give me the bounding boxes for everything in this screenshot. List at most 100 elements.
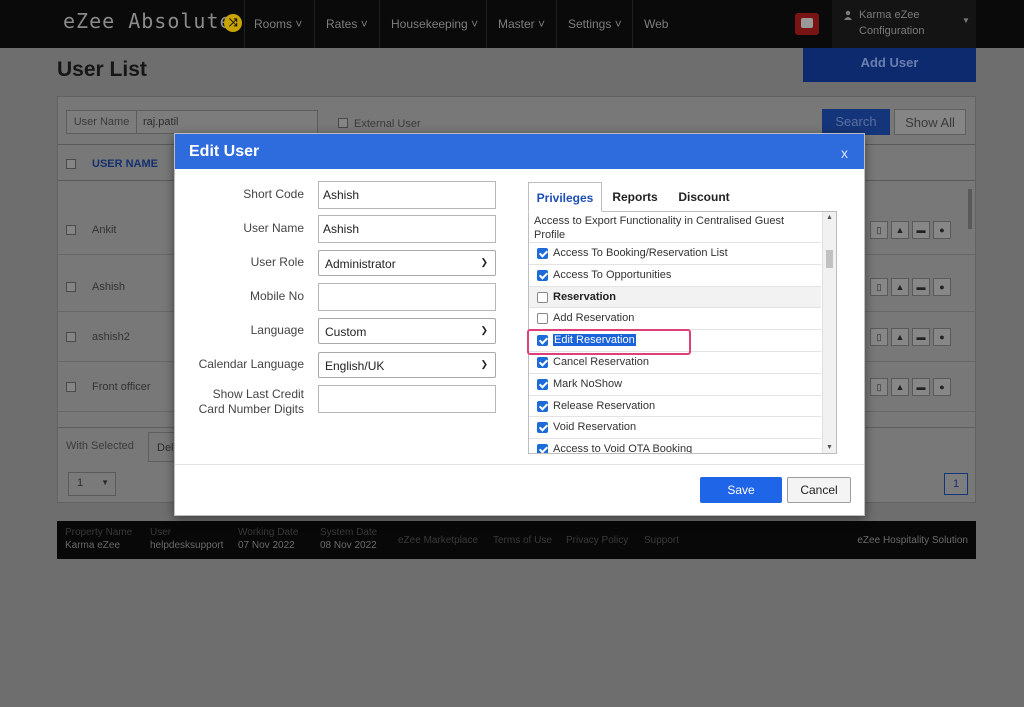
- checkbox-checked-icon[interactable]: [537, 444, 548, 453]
- dialog-title: Edit User: [189, 143, 260, 160]
- page-size-select[interactable]: 1 ▼: [68, 472, 116, 496]
- tab-discount[interactable]: Discount: [668, 182, 740, 212]
- card-digits-input[interactable]: [318, 385, 496, 413]
- user-menu[interactable]: Karma eZee Configuration ▼: [832, 0, 976, 48]
- mobile-input[interactable]: [318, 283, 496, 311]
- nav-rates[interactable]: Rates ˅: [316, 0, 378, 48]
- tab-privileges[interactable]: Privileges: [528, 182, 602, 212]
- nav-label: Master: [498, 17, 535, 31]
- privilege-item[interactable]: Access To Opportunities: [529, 265, 821, 287]
- column-header-user-name[interactable]: USER NAME: [92, 158, 158, 170]
- nav-rooms[interactable]: Rooms ˅: [244, 0, 312, 48]
- save-button[interactable]: Save: [700, 477, 782, 503]
- footer-link-terms[interactable]: Terms of Use: [493, 535, 552, 546]
- comment-icon[interactable]: ▬: [912, 328, 930, 346]
- checkbox-checked-icon[interactable]: [537, 356, 548, 368]
- language-select[interactable]: Custom ❯: [318, 318, 496, 344]
- device-icon[interactable]: ▯: [870, 378, 888, 396]
- chevron-down-icon: ❯: [480, 325, 488, 335]
- privilege-item[interactable]: Release Reservation: [529, 396, 821, 418]
- user-role-select[interactable]: Administrator ❯: [318, 250, 496, 276]
- privilege-item[interactable]: Access to Void OTA Booking: [529, 439, 821, 453]
- add-user-button[interactable]: Add User: [803, 48, 976, 82]
- row-checkbox[interactable]: [66, 282, 76, 292]
- privilege-item[interactable]: Add Reservation: [529, 308, 821, 331]
- scroll-thumb[interactable]: [826, 250, 833, 268]
- privilege-item[interactable]: Mark NoShow: [529, 374, 821, 396]
- page-number-button[interactable]: 1: [944, 473, 968, 495]
- checkbox-icon[interactable]: [537, 291, 548, 303]
- dialog-header: Edit User x: [175, 134, 864, 169]
- lock-icon[interactable]: ▲: [891, 221, 909, 239]
- privilege-group-reservation[interactable]: Reservation: [529, 286, 821, 309]
- checkbox-icon[interactable]: [537, 313, 548, 325]
- scroll-down-icon[interactable]: ▼: [826, 444, 833, 451]
- privilege-group-label: Reservation: [553, 290, 616, 303]
- nav-divider: [556, 0, 557, 48]
- privilege-item[interactable]: Cancel Reservation: [529, 352, 821, 374]
- lock-icon[interactable]: ▲: [891, 378, 909, 396]
- privilege-item[interactable]: Access To Booking/Reservation List: [529, 243, 821, 265]
- top-navbar: eZee Absolute ⤨ Rooms ˅ Rates ˅ Housekee…: [0, 0, 1024, 48]
- row-checkbox[interactable]: [66, 332, 76, 342]
- checkbox-checked-icon[interactable]: [537, 422, 548, 434]
- search-button[interactable]: Search: [822, 109, 890, 135]
- nav-web[interactable]: Web: [634, 0, 678, 48]
- tab-reports[interactable]: Reports: [604, 182, 666, 212]
- privilege-item[interactable]: Void Reservation: [529, 417, 821, 440]
- lock-icon[interactable]: ▲: [891, 278, 909, 296]
- nav-settings[interactable]: Settings ˅: [558, 0, 632, 48]
- checkbox-checked-icon[interactable]: [537, 248, 548, 259]
- lock-icon[interactable]: ▲: [891, 328, 909, 346]
- mobile-label: Mobile No: [249, 289, 304, 303]
- comment-icon[interactable]: ▬: [912, 221, 930, 239]
- privilege-label: Mark NoShow: [553, 377, 623, 390]
- person-icon: [844, 10, 852, 20]
- device-icon[interactable]: ▯: [870, 278, 888, 296]
- calendar-language-label: Calendar Language: [198, 357, 304, 371]
- footer-link-marketplace[interactable]: eZee Marketplace: [398, 535, 478, 546]
- select-all-checkbox[interactable]: [66, 159, 76, 169]
- info-icon[interactable]: ●: [933, 221, 951, 239]
- list-scrollbar[interactable]: [968, 189, 972, 229]
- show-all-button[interactable]: Show All: [894, 109, 966, 135]
- privilege-label: Access To Opportunities: [553, 268, 672, 281]
- brand-logo-text[interactable]: eZee Absolute: [63, 9, 233, 33]
- user-name-input[interactable]: Ashish: [318, 215, 496, 243]
- privilege-item[interactable]: Access to Export Functionality in Centra…: [529, 212, 821, 243]
- device-icon[interactable]: ▯: [870, 328, 888, 346]
- footer-user: User helpdesksupport: [150, 527, 223, 551]
- youtube-icon[interactable]: [795, 13, 819, 35]
- device-icon[interactable]: ▯: [870, 221, 888, 239]
- footer-link-privacy[interactable]: Privacy Policy: [566, 535, 628, 546]
- checkbox-checked-icon[interactable]: [537, 269, 548, 281]
- nav-housekeeping[interactable]: Housekeeping ˅: [381, 0, 488, 48]
- checkbox-checked-icon[interactable]: [537, 400, 548, 412]
- scroll-up-icon[interactable]: ▲: [826, 214, 833, 221]
- privilege-label: Void Reservation: [553, 421, 637, 434]
- calendar-language-select[interactable]: English/UK ❯: [318, 352, 496, 378]
- row-checkbox[interactable]: [66, 225, 76, 235]
- checkbox-checked-icon[interactable]: [537, 378, 548, 390]
- language-value: Custom: [325, 325, 367, 339]
- card-digits-label-line2: Card Number Digits: [198, 402, 304, 416]
- comment-icon[interactable]: ▬: [912, 378, 930, 396]
- cancel-button[interactable]: Cancel: [787, 477, 851, 503]
- comment-icon[interactable]: ▬: [912, 278, 930, 296]
- footer-link-support[interactable]: Support: [644, 535, 679, 546]
- username-filter[interactable]: User Name raj.patil: [66, 110, 318, 134]
- footer: Property Name Karma eZee User helpdesksupp…: [57, 521, 976, 559]
- info-icon[interactable]: ●: [933, 328, 951, 346]
- close-icon[interactable]: x: [841, 145, 848, 161]
- external-user-checkbox[interactable]: External User: [338, 118, 421, 130]
- info-icon[interactable]: ●: [933, 378, 951, 396]
- user-name-text: Karma eZee: [859, 9, 920, 21]
- annotation-highlight: [527, 329, 691, 355]
- language-label: Language: [250, 323, 304, 337]
- short-code-input[interactable]: Ashish: [318, 181, 496, 209]
- nav-master[interactable]: Master ˅: [488, 0, 555, 48]
- row-checkbox[interactable]: [66, 382, 76, 392]
- privileges-scrollbar[interactable]: ▲ ▼: [822, 212, 836, 453]
- user-role-text: Configuration: [859, 25, 925, 37]
- info-icon[interactable]: ●: [933, 278, 951, 296]
